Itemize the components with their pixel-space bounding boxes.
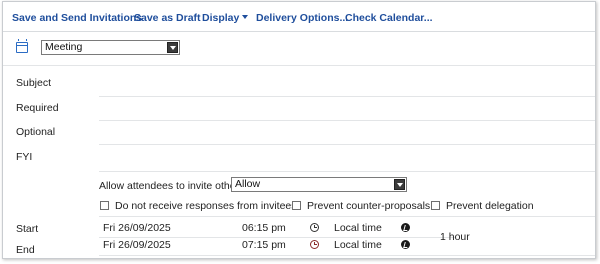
required-field[interactable] (99, 99, 591, 117)
subject-label: Subject (16, 77, 52, 89)
prevent-counter-option[interactable]: Prevent counter-proposals (292, 200, 430, 212)
start-timezone[interactable]: Local time (334, 222, 382, 234)
item-type-value: Meeting (45, 41, 83, 53)
end-time-field[interactable]: 07:15 pm (242, 239, 286, 251)
divider (99, 255, 595, 256)
end-timezone[interactable]: Local time (334, 239, 382, 251)
delivery-options-button[interactable]: Delivery Options... (256, 12, 348, 24)
dropdown-arrow-icon[interactable] (394, 179, 405, 190)
display-menu-button[interactable]: Display (202, 12, 249, 24)
divider (99, 216, 595, 217)
prevent-delegation-option[interactable]: Prevent delegation (431, 200, 534, 212)
no-responses-label: Do not receive responses from invitees (115, 200, 297, 212)
fyi-field[interactable] (99, 148, 591, 166)
dropdown-arrow-icon[interactable] (167, 42, 178, 53)
duration-label: 1 hour (440, 231, 470, 243)
divider (99, 96, 595, 97)
subject-field[interactable] (99, 74, 591, 92)
calendar-icon (16, 39, 28, 53)
save-and-send-button[interactable]: Save and Send Invitations (12, 12, 142, 24)
start-label: Start (16, 223, 39, 235)
optional-label: Optional (16, 126, 56, 138)
divider (99, 144, 595, 145)
start-date-field[interactable]: Fri 26/09/2025 (103, 222, 171, 234)
no-responses-checkbox[interactable] (100, 201, 109, 210)
divider (99, 120, 595, 121)
clock-icon[interactable] (310, 223, 319, 232)
prevent-counter-checkbox[interactable] (292, 201, 301, 210)
required-label: Required (16, 102, 59, 114)
clock-icon[interactable] (310, 240, 319, 249)
no-responses-option[interactable]: Do not receive responses from invitees (100, 200, 297, 212)
optional-field[interactable] (99, 123, 591, 141)
end-label: End (16, 244, 35, 256)
prevent-counter-label: Prevent counter-proposals (307, 200, 431, 212)
divider (99, 171, 595, 172)
divider (99, 237, 455, 238)
timezone-icon[interactable] (401, 240, 410, 249)
save-as-draft-button[interactable]: Save as Draft (134, 12, 201, 24)
invite-others-value: Allow (235, 178, 261, 190)
end-date-field[interactable]: Fri 26/09/2025 (103, 239, 171, 251)
timezone-icon[interactable] (401, 223, 410, 232)
divider (3, 65, 595, 66)
invite-others-select[interactable]: Allow (231, 177, 407, 192)
meeting-form: Save and Send Invitations Save as Draft … (2, 1, 596, 259)
prevent-delegation-checkbox[interactable] (431, 201, 440, 210)
chevron-down-icon (242, 15, 249, 19)
check-calendar-button[interactable]: Check Calendar... (345, 12, 433, 24)
prevent-delegation-label: Prevent delegation (446, 200, 534, 212)
invite-others-label: Allow attendees to invite others (99, 180, 245, 192)
item-type-select[interactable]: Meeting (41, 40, 180, 55)
start-time-field[interactable]: 06:15 pm (242, 222, 286, 234)
display-label: Display (202, 12, 240, 24)
fyi-label: FYI (16, 151, 33, 163)
toolbar: Save and Send Invitations Save as Draft … (3, 2, 595, 32)
